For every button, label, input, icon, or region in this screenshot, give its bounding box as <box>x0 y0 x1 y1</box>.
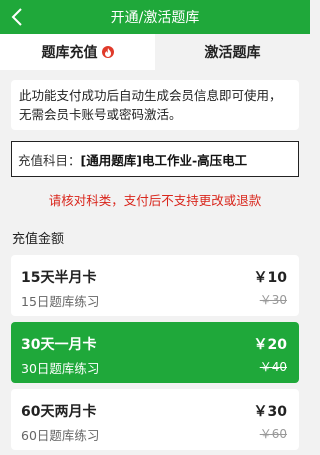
plan-card-30-day[interactable]: 30天一月卡 30日题库练习 ￥20 ￥40 <box>11 322 299 383</box>
plan-card-60-day[interactable]: 60天两月卡 60日题库练习 ￥30 ￥60 <box>11 389 299 450</box>
plan-name: 15天半月卡 <box>21 270 97 286</box>
fire-icon <box>101 46 114 58</box>
tab-bar: 题库充值 激活题库 <box>0 34 310 70</box>
subject-box: 充值科目： [通用题库]电工作业-高压电工 <box>11 141 299 177</box>
tab-activate-label: 激活题库 <box>204 45 261 61</box>
plan-original-price: ￥60 <box>259 427 287 441</box>
plan-card-15-day[interactable]: 15天半月卡 15日题库练习 ￥10 ￥30 <box>11 255 299 316</box>
plan-original-price: ￥30 <box>259 293 287 307</box>
back-button[interactable] <box>4 0 30 34</box>
plan-name: 60天两月卡 <box>21 404 97 420</box>
subject-label: 充值科目： <box>18 152 81 168</box>
plan-name: 30天一月卡 <box>21 337 97 353</box>
info-notice: 此功能支付成功后自动生成会员信息即可使用，无需会员卡账号或密码激活。 <box>11 80 299 130</box>
refund-warning: 请核对科类，支付后不支持更改或退款 <box>48 193 262 208</box>
top-bar: 开通/激活题库 <box>0 0 310 34</box>
recharge-amount-title: 充值金额 <box>12 232 65 247</box>
subject-value: [通用题库]电工作业-高压电工 <box>80 152 248 168</box>
plan-desc: 60日题库练习 <box>21 428 100 443</box>
page-title: 开通/激活题库 <box>110 10 200 26</box>
tab-recharge[interactable]: 题库充值 <box>0 34 155 70</box>
plan-price: ￥30 <box>253 404 287 420</box>
plan-original-price: ￥40 <box>259 360 287 374</box>
plan-desc: 30日题库练习 <box>21 361 100 376</box>
plan-price: ￥10 <box>253 270 287 286</box>
chevron-left-icon <box>11 8 22 26</box>
tab-activate[interactable]: 激活题库 <box>155 34 310 70</box>
plan-price: ￥20 <box>253 337 287 353</box>
plan-desc: 15日题库练习 <box>21 294 100 309</box>
tab-recharge-label: 题库充值 <box>41 45 98 61</box>
